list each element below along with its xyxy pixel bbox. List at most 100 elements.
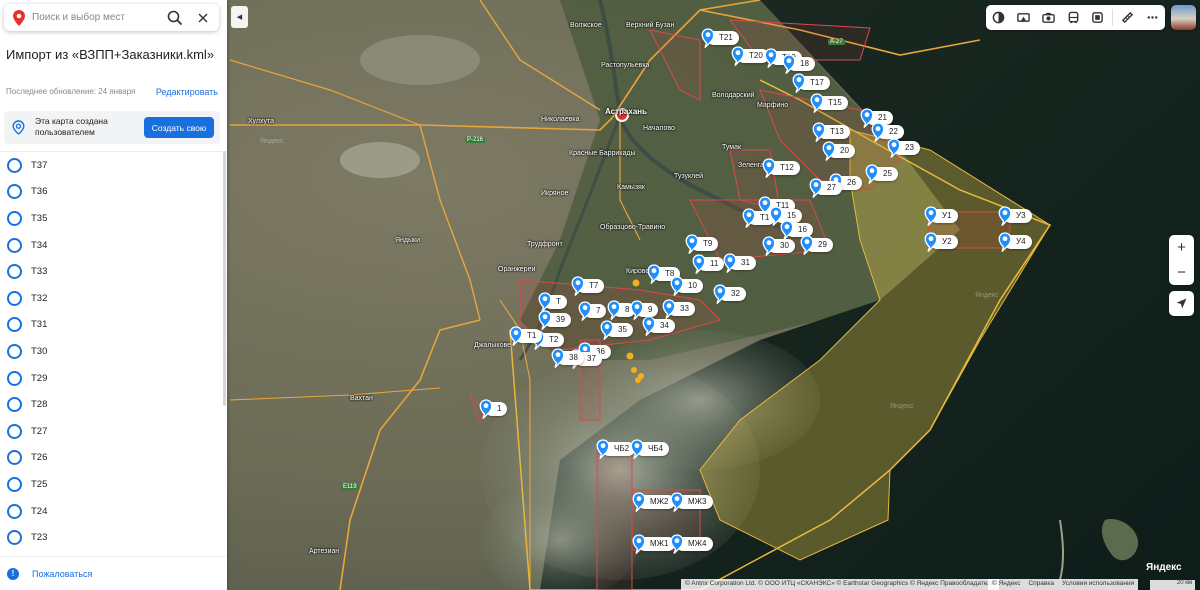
marker-pin-icon <box>764 48 778 68</box>
zoom-in-button[interactable]: + <box>1169 235 1194 260</box>
marker-pin-icon <box>762 158 776 178</box>
map-toolbar <box>986 5 1165 30</box>
list-item-label: Т35 <box>31 212 48 224</box>
collapse-sidebar-button[interactable]: ◀ <box>231 6 248 28</box>
map-footer-links: © Яндекс Справка Условия использования <box>988 579 1139 590</box>
circle-icon <box>7 397 22 413</box>
search-box[interactable] <box>4 4 219 31</box>
marker-pin-icon <box>685 234 699 254</box>
list-item-label: Т30 <box>31 345 48 357</box>
zoom-out-button[interactable]: − <box>1169 260 1194 285</box>
circle-icon <box>7 290 22 306</box>
list-scrollbar[interactable] <box>223 151 226 406</box>
marker-pin-icon <box>887 138 901 158</box>
traffic-icon[interactable] <box>1085 5 1110 30</box>
marker-pin-icon <box>538 310 552 330</box>
map-place-label: Вахтан <box>350 395 373 402</box>
marker-pin-icon <box>792 73 806 93</box>
marker-pin-icon <box>871 122 885 142</box>
geolocation-button[interactable] <box>1169 291 1194 316</box>
ruler-icon[interactable] <box>1115 5 1140 30</box>
layers-icon[interactable] <box>986 5 1011 30</box>
map-place-label: Джалыкове <box>474 342 511 349</box>
marker-pin-icon <box>670 492 684 512</box>
list-item[interactable]: Т27 <box>0 418 227 445</box>
toolbar-divider <box>1112 9 1114 26</box>
circle-icon <box>7 370 22 386</box>
list-item[interactable]: Т31 <box>0 312 227 339</box>
map-place-label: Яндыки <box>395 237 421 244</box>
list-item[interactable]: Т34 <box>0 232 227 259</box>
sidebar: Импорт из «ВЗПП+Заказники.kml» Последнее… <box>0 0 227 590</box>
search-input[interactable] <box>32 12 162 23</box>
list-item[interactable]: Т37 <box>0 152 227 179</box>
map-watermark: Яндекс <box>975 292 999 299</box>
marker-pin-icon <box>822 141 836 161</box>
circle-icon <box>7 184 22 200</box>
map-place-label: Николаевка <box>541 116 580 123</box>
user-created-banner: Эта карта создана пользователем Создать … <box>4 111 220 144</box>
circle-icon <box>7 264 22 280</box>
list-item-label: Т31 <box>31 319 48 331</box>
list-item[interactable]: Т25 <box>0 471 227 498</box>
circle-icon <box>7 503 22 519</box>
bus-icon[interactable] <box>1061 5 1086 30</box>
create-own-map-button[interactable]: Создать свою <box>144 117 214 138</box>
marker-pin-icon <box>742 208 756 228</box>
list-item[interactable]: Т30 <box>0 338 227 365</box>
map-place-label: Красные Баррикады <box>569 150 636 157</box>
road-label: Е119 <box>341 484 359 490</box>
zoom-control: + − <box>1169 235 1194 285</box>
list-item[interactable]: Т24 <box>0 498 227 525</box>
circle-icon <box>7 157 22 173</box>
user-avatar[interactable] <box>1171 5 1196 30</box>
map-place-label: Верхний Бузан <box>626 22 675 29</box>
circle-icon <box>7 476 22 492</box>
list-item[interactable]: Т33 <box>0 258 227 285</box>
map-place-label: Оранжереи <box>498 266 536 273</box>
list-item-label: Т37 <box>31 159 48 171</box>
marker-pin-icon <box>662 299 676 319</box>
search-icon[interactable] <box>167 10 183 26</box>
marker-pin-icon <box>630 300 644 320</box>
map-place-label: Володарский <box>712 92 755 99</box>
circle-icon <box>7 530 22 546</box>
marker-pin-icon <box>632 492 646 512</box>
list-item[interactable]: Т36 <box>0 179 227 206</box>
list-item-label: Т29 <box>31 372 48 384</box>
list-item[interactable]: Т29 <box>0 365 227 392</box>
marker-pin-icon <box>782 54 796 74</box>
footer-copyright: © Яндекс <box>992 580 1021 587</box>
list-item[interactable]: Т23 <box>0 524 227 551</box>
list-item[interactable]: Т26 <box>0 445 227 472</box>
list-item-label: Т33 <box>31 266 48 278</box>
list-item-label: Т32 <box>31 292 48 304</box>
footer-help-link[interactable]: Справка <box>1028 580 1054 589</box>
map-watermark: Яндекс <box>890 403 914 410</box>
report-button[interactable]: ! Пожаловаться <box>0 556 227 590</box>
yandex-logo[interactable]: Яндекс <box>1146 562 1182 573</box>
marker-pin-icon <box>509 326 523 346</box>
circle-icon <box>7 343 22 359</box>
map-place-label: Марфино <box>757 102 789 109</box>
marker-pin-icon <box>780 220 794 240</box>
camera-icon[interactable] <box>1036 5 1061 30</box>
marker-pin-icon <box>810 93 824 113</box>
map-place-label: Икряное <box>541 190 569 197</box>
list-item[interactable]: Т28 <box>0 391 227 418</box>
footer-terms-link[interactable]: Условия использования <box>1062 580 1134 589</box>
map-scale: 20 км <box>1150 580 1195 590</box>
panorama-icon[interactable] <box>1011 5 1036 30</box>
edit-link[interactable]: Редактировать <box>156 87 218 97</box>
marker-pin-icon <box>924 206 938 226</box>
road-label: А-27 <box>828 39 845 45</box>
circle-icon <box>7 423 22 439</box>
map-place-label: Началово <box>643 125 675 132</box>
list-item[interactable]: Т32 <box>0 285 227 312</box>
circle-icon <box>7 317 22 333</box>
marker-pin-icon <box>596 439 610 459</box>
close-icon[interactable] <box>193 8 213 28</box>
list-item[interactable]: Т35 <box>0 205 227 232</box>
more-icon[interactable] <box>1140 5 1165 30</box>
map-attribution[interactable]: © Antrix Corporation Ltd. © ООО ИТЦ «СКА… <box>681 579 999 590</box>
